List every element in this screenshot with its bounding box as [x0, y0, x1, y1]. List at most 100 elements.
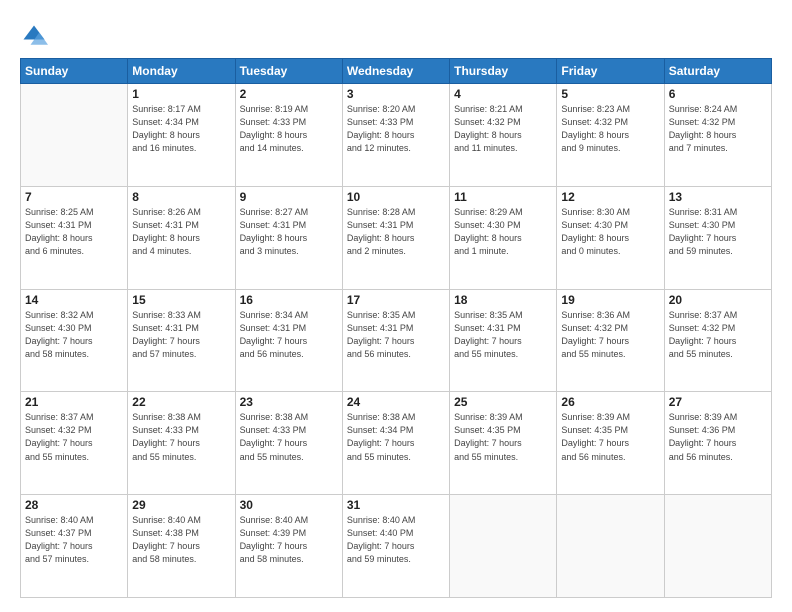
- day-number: 6: [669, 87, 767, 101]
- day-info: Sunrise: 8:17 AM Sunset: 4:34 PM Dayligh…: [132, 103, 230, 155]
- logo-icon: [20, 22, 48, 50]
- calendar-cell: 8 Sunrise: 8:26 AM Sunset: 4:31 PM Daylig…: [128, 186, 235, 289]
- logo: [20, 22, 52, 50]
- day-info: Sunrise: 8:40 AM Sunset: 4:37 PM Dayligh…: [25, 514, 123, 566]
- day-info: Sunrise: 8:40 AM Sunset: 4:38 PM Dayligh…: [132, 514, 230, 566]
- day-number: 7: [25, 190, 123, 204]
- day-info: Sunrise: 8:26 AM Sunset: 4:31 PM Dayligh…: [132, 206, 230, 258]
- calendar-week-row: 7 Sunrise: 8:25 AM Sunset: 4:31 PM Daylig…: [21, 186, 772, 289]
- day-info: Sunrise: 8:20 AM Sunset: 4:33 PM Dayligh…: [347, 103, 445, 155]
- day-info: Sunrise: 8:36 AM Sunset: 4:32 PM Dayligh…: [561, 309, 659, 361]
- day-number: 25: [454, 395, 552, 409]
- day-info: Sunrise: 8:37 AM Sunset: 4:32 PM Dayligh…: [25, 411, 123, 463]
- day-info: Sunrise: 8:27 AM Sunset: 4:31 PM Dayligh…: [240, 206, 338, 258]
- day-info: Sunrise: 8:31 AM Sunset: 4:30 PM Dayligh…: [669, 206, 767, 258]
- calendar-cell: 26 Sunrise: 8:39 AM Sunset: 4:35 PM Dayli…: [557, 392, 664, 495]
- calendar-header-wednesday: Wednesday: [342, 59, 449, 84]
- calendar-cell: 23 Sunrise: 8:38 AM Sunset: 4:33 PM Dayli…: [235, 392, 342, 495]
- day-number: 22: [132, 395, 230, 409]
- day-number: 27: [669, 395, 767, 409]
- day-info: Sunrise: 8:37 AM Sunset: 4:32 PM Dayligh…: [669, 309, 767, 361]
- calendar-cell: 10Sunrise: 8:28 AM Sunset: 4:31 PM Dayli…: [342, 186, 449, 289]
- day-info: Sunrise: 8:23 AM Sunset: 4:32 PM Dayligh…: [561, 103, 659, 155]
- calendar-cell: 29 Sunrise: 8:40 AM Sunset: 4:38 PM Dayli…: [128, 495, 235, 598]
- day-info: Sunrise: 8:40 AM Sunset: 4:39 PM Dayligh…: [240, 514, 338, 566]
- calendar-cell: 2 Sunrise: 8:19 AM Sunset: 4:33 PM Daylig…: [235, 84, 342, 187]
- calendar-cell: 16 Sunrise: 8:34 AM Sunset: 4:31 PM Dayli…: [235, 289, 342, 392]
- day-number: 31: [347, 498, 445, 512]
- day-info: Sunrise: 8:30 AM Sunset: 4:30 PM Dayligh…: [561, 206, 659, 258]
- calendar-cell: 25Sunrise: 8:39 AM Sunset: 4:35 PM Dayli…: [450, 392, 557, 495]
- day-info: Sunrise: 8:29 AM Sunset: 4:30 PM Dayligh…: [454, 206, 552, 258]
- calendar-cell: 4 Sunrise: 8:21 AM Sunset: 4:32 PM Daylig…: [450, 84, 557, 187]
- day-number: 10: [347, 190, 445, 204]
- calendar-cell: 12 Sunrise: 8:30 AM Sunset: 4:30 PM Dayli…: [557, 186, 664, 289]
- day-number: 26: [561, 395, 659, 409]
- day-info: Sunrise: 8:39 AM Sunset: 4:35 PM Dayligh…: [561, 411, 659, 463]
- calendar-cell: 14 Sunrise: 8:32 AM Sunset: 4:30 PM Dayli…: [21, 289, 128, 392]
- day-number: 17: [347, 293, 445, 307]
- day-number: 19: [561, 293, 659, 307]
- day-number: 29: [132, 498, 230, 512]
- calendar-cell: 11Sunrise: 8:29 AM Sunset: 4:30 PM Dayli…: [450, 186, 557, 289]
- day-info: Sunrise: 8:38 AM Sunset: 4:34 PM Dayligh…: [347, 411, 445, 463]
- day-number: 14: [25, 293, 123, 307]
- day-number: 13: [669, 190, 767, 204]
- calendar-cell: [450, 495, 557, 598]
- day-info: Sunrise: 8:34 AM Sunset: 4:31 PM Dayligh…: [240, 309, 338, 361]
- calendar-cell: 18Sunrise: 8:35 AM Sunset: 4:31 PM Dayli…: [450, 289, 557, 392]
- calendar-cell: [664, 495, 771, 598]
- calendar-header-thursday: Thursday: [450, 59, 557, 84]
- calendar-cell: 27 Sunrise: 8:39 AM Sunset: 4:36 PM Dayli…: [664, 392, 771, 495]
- calendar-cell: 31 Sunrise: 8:40 AM Sunset: 4:40 PM Dayli…: [342, 495, 449, 598]
- day-number: 23: [240, 395, 338, 409]
- calendar-week-row: 14 Sunrise: 8:32 AM Sunset: 4:30 PM Dayli…: [21, 289, 772, 392]
- calendar-cell: 17 Sunrise: 8:35 AM Sunset: 4:31 PM Dayli…: [342, 289, 449, 392]
- day-number: 5: [561, 87, 659, 101]
- calendar-cell: [557, 495, 664, 598]
- calendar-cell: 7 Sunrise: 8:25 AM Sunset: 4:31 PM Daylig…: [21, 186, 128, 289]
- calendar-cell: 22Sunrise: 8:38 AM Sunset: 4:33 PM Dayli…: [128, 392, 235, 495]
- calendar-cell: 28 Sunrise: 8:40 AM Sunset: 4:37 PM Dayli…: [21, 495, 128, 598]
- day-number: 16: [240, 293, 338, 307]
- calendar-header-friday: Friday: [557, 59, 664, 84]
- page: SundayMondayTuesdayWednesdayThursdayFrid…: [0, 0, 792, 612]
- day-number: 4: [454, 87, 552, 101]
- calendar-cell: 21Sunrise: 8:37 AM Sunset: 4:32 PM Dayli…: [21, 392, 128, 495]
- day-info: Sunrise: 8:19 AM Sunset: 4:33 PM Dayligh…: [240, 103, 338, 155]
- day-number: 28: [25, 498, 123, 512]
- day-number: 20: [669, 293, 767, 307]
- day-info: Sunrise: 8:35 AM Sunset: 4:31 PM Dayligh…: [347, 309, 445, 361]
- day-number: 9: [240, 190, 338, 204]
- calendar-header-saturday: Saturday: [664, 59, 771, 84]
- day-info: Sunrise: 8:32 AM Sunset: 4:30 PM Dayligh…: [25, 309, 123, 361]
- day-info: Sunrise: 8:24 AM Sunset: 4:32 PM Dayligh…: [669, 103, 767, 155]
- day-number: 3: [347, 87, 445, 101]
- calendar-header-row: SundayMondayTuesdayWednesdayThursdayFrid…: [21, 59, 772, 84]
- calendar-week-row: 28 Sunrise: 8:40 AM Sunset: 4:37 PM Dayli…: [21, 495, 772, 598]
- calendar-header-sunday: Sunday: [21, 59, 128, 84]
- day-number: 18: [454, 293, 552, 307]
- header: [20, 18, 772, 50]
- calendar-cell: 6 Sunrise: 8:24 AM Sunset: 4:32 PM Daylig…: [664, 84, 771, 187]
- day-number: 12: [561, 190, 659, 204]
- calendar-week-row: 21Sunrise: 8:37 AM Sunset: 4:32 PM Dayli…: [21, 392, 772, 495]
- day-number: 1: [132, 87, 230, 101]
- calendar-week-row: 1 Sunrise: 8:17 AM Sunset: 4:34 PM Daylig…: [21, 84, 772, 187]
- calendar-cell: 13 Sunrise: 8:31 AM Sunset: 4:30 PM Dayli…: [664, 186, 771, 289]
- calendar-table: SundayMondayTuesdayWednesdayThursdayFrid…: [20, 58, 772, 598]
- day-info: Sunrise: 8:21 AM Sunset: 4:32 PM Dayligh…: [454, 103, 552, 155]
- day-info: Sunrise: 8:39 AM Sunset: 4:36 PM Dayligh…: [669, 411, 767, 463]
- calendar-cell: 3 Sunrise: 8:20 AM Sunset: 4:33 PM Daylig…: [342, 84, 449, 187]
- calendar-cell: 19 Sunrise: 8:36 AM Sunset: 4:32 PM Dayli…: [557, 289, 664, 392]
- calendar-header-monday: Monday: [128, 59, 235, 84]
- day-number: 24: [347, 395, 445, 409]
- day-number: 8: [132, 190, 230, 204]
- calendar-header-tuesday: Tuesday: [235, 59, 342, 84]
- day-number: 2: [240, 87, 338, 101]
- day-number: 15: [132, 293, 230, 307]
- calendar-cell: 30Sunrise: 8:40 AM Sunset: 4:39 PM Dayli…: [235, 495, 342, 598]
- day-info: Sunrise: 8:38 AM Sunset: 4:33 PM Dayligh…: [240, 411, 338, 463]
- day-info: Sunrise: 8:25 AM Sunset: 4:31 PM Dayligh…: [25, 206, 123, 258]
- day-info: Sunrise: 8:40 AM Sunset: 4:40 PM Dayligh…: [347, 514, 445, 566]
